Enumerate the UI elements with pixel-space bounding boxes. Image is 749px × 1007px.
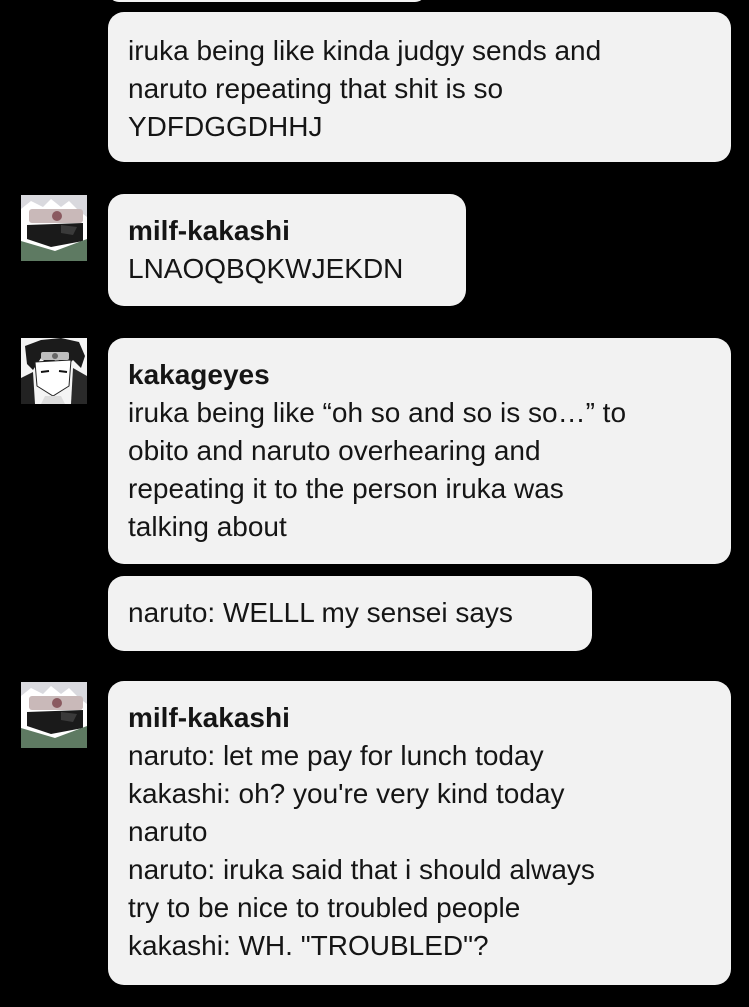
message-line: iruka being like “oh so and so is so…” t… [128, 397, 627, 428]
message-line: naruto: let me pay for lunch today [128, 740, 544, 771]
sender-name[interactable]: milf-kakashi [128, 212, 446, 250]
message-line: naruto: iruka said that i should always [128, 854, 595, 885]
sender-name[interactable]: milf-kakashi [128, 699, 711, 737]
kakashi-avatar-icon[interactable] [21, 682, 87, 748]
message-line: LNAOQBQKWJEKDN [128, 253, 404, 284]
message-line: obito and naruto overhearing and [128, 435, 541, 466]
previous-message-bubble-cutoff [108, 0, 426, 2]
message-bubble-1: iruka being like kinda judgy sends and n… [108, 12, 731, 162]
message-line: YDFDGGDHHJ [128, 111, 323, 142]
sasuke-avatar-icon[interactable] [21, 338, 87, 404]
message-line: try to be nice to troubled people [128, 892, 521, 923]
message-line: repeating it to the person iruka was [128, 473, 564, 504]
message-line: talking about [128, 511, 287, 542]
message-line: naruto [128, 816, 208, 847]
sender-name[interactable]: kakageyes [128, 356, 711, 394]
message-line: kakashi: WH. "TROUBLED"? [128, 930, 489, 961]
message-line: iruka being like kinda judgy sends and [128, 35, 602, 66]
message-bubble-3: kakageyes iruka being like “oh so and so… [108, 338, 731, 564]
message-bubble-2: milf-kakashi LNAOQBQKWJEKDN [108, 194, 466, 306]
message-line: naruto: WELLL my sensei says [128, 597, 513, 628]
message-line: naruto repeating that shit is so [128, 73, 504, 104]
message-bubble-5: milf-kakashi naruto: let me pay for lunc… [108, 681, 731, 985]
message-line: kakashi: oh? you're very kind today [128, 778, 565, 809]
kakashi-avatar-icon[interactable] [21, 195, 87, 261]
message-bubble-4: naruto: WELLL my sensei says [108, 576, 592, 651]
